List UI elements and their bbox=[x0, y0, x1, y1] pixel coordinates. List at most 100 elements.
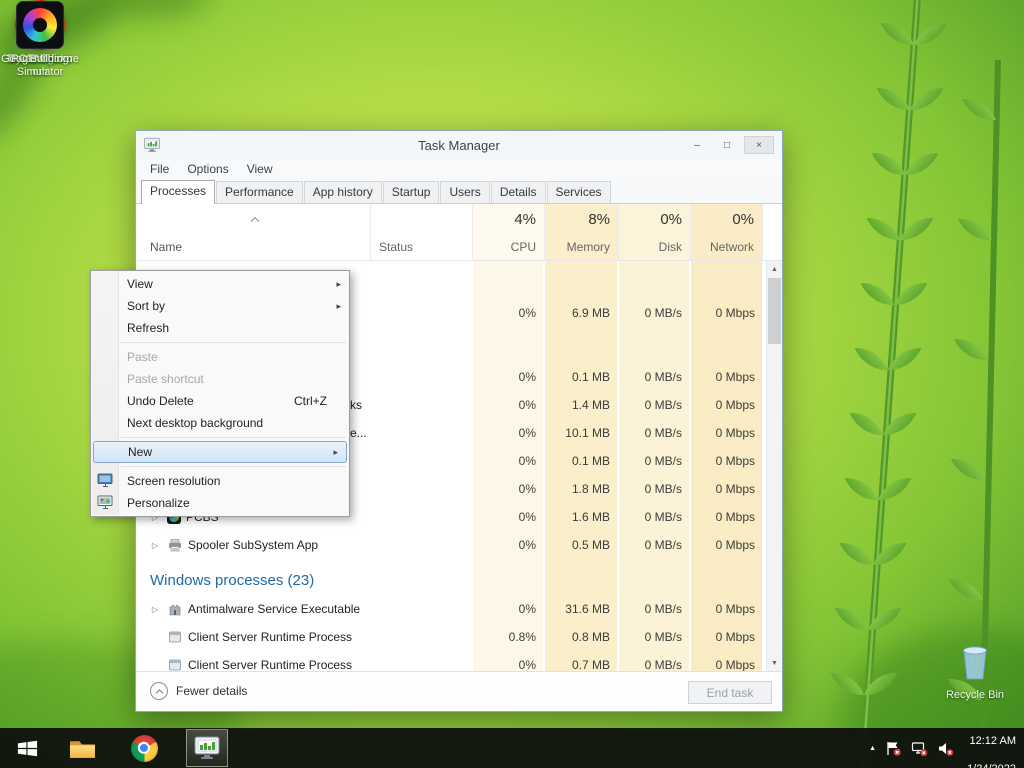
group-header-label: Windows processes (23) bbox=[150, 571, 315, 589]
memory-value: 0.1 MB bbox=[571, 370, 610, 384]
menu-item-view[interactable]: View ▸ bbox=[91, 273, 349, 295]
taskbar-clock[interactable]: 12:12 AM 1/24/2022 bbox=[967, 719, 1016, 768]
title-bar[interactable]: Task Manager – □ × bbox=[136, 131, 782, 159]
scrollbar-thumb[interactable] bbox=[768, 278, 781, 344]
column-header-network[interactable]: 0% Network bbox=[690, 204, 763, 260]
chrome-taskbar-button[interactable] bbox=[124, 728, 164, 768]
menu-item-refresh[interactable]: Refresh bbox=[91, 317, 349, 339]
disk-value: 0 MB/s bbox=[644, 602, 682, 616]
menu-separator bbox=[121, 466, 346, 467]
fewer-details-toggle[interactable]: Fewer details bbox=[150, 682, 247, 700]
column-header-name[interactable]: Name bbox=[140, 204, 370, 260]
cpu-value: 0% bbox=[518, 658, 536, 671]
memory-value: 0.5 MB bbox=[571, 538, 610, 552]
submenu-arrow-icon: ▸ bbox=[336, 278, 341, 289]
process-row-csrss[interactable]: Client Server Runtime Process 0.8% 0.8 M… bbox=[140, 623, 763, 651]
scroll-down-icon[interactable]: ▼ bbox=[767, 655, 782, 671]
menu-view[interactable]: View bbox=[238, 160, 282, 178]
tab-users[interactable]: Users bbox=[440, 181, 490, 203]
cpu-value: 0% bbox=[518, 602, 536, 616]
column-header-memory[interactable]: 8% Memory bbox=[544, 204, 618, 260]
task-manager-taskbar-button-active[interactable] bbox=[186, 729, 228, 767]
process-row-csrss[interactable]: Client Server Runtime Process 0% 0.7 MB … bbox=[140, 651, 763, 671]
desktop-icon-pc-building-simulator[interactable]: PC Building Simulator bbox=[0, 0, 80, 79]
desktop-icon-label: PC Building Simulator bbox=[11, 53, 69, 79]
menu-item-new[interactable]: New ▸ bbox=[93, 441, 347, 463]
process-name: Spooler SubSystem App bbox=[188, 538, 319, 552]
network-value: 0 Mbps bbox=[715, 538, 755, 552]
menu-item-next-desktop-background[interactable]: Next desktop background bbox=[91, 412, 349, 434]
menu-item-undo-delete[interactable]: Undo Delete Ctrl+Z bbox=[91, 390, 349, 412]
clock-date: 1/24/2022 bbox=[967, 763, 1016, 768]
process-row-spooler[interactable]: ▷ Spooler SubSystem App 0% 0.5 MB 0 MB/s … bbox=[140, 531, 763, 559]
recycle-bin-icon bbox=[950, 636, 1000, 686]
network-status-icon[interactable] bbox=[911, 740, 928, 757]
column-header-status[interactable]: Status bbox=[370, 204, 472, 260]
expand-arrow-icon[interactable]: ▷ bbox=[148, 605, 162, 614]
system-process-icon bbox=[167, 629, 183, 645]
minimize-button[interactable]: – bbox=[684, 136, 710, 154]
menu-bar: File Options View bbox=[136, 159, 782, 179]
tab-app-history[interactable]: App history bbox=[303, 181, 382, 203]
disk-value: 0 MB/s bbox=[644, 658, 682, 671]
cpu-value: 0% bbox=[518, 306, 536, 320]
maximize-button[interactable]: □ bbox=[714, 136, 740, 154]
memory-value: 6.9 MB bbox=[571, 306, 610, 320]
desktop-context-menu: View ▸ Sort by ▸ Refresh Paste Paste short… bbox=[90, 270, 350, 517]
disk-value: 0 MB/s bbox=[644, 370, 682, 384]
process-row-antimalware[interactable]: ▷ Antimalware Service Executable 0% 31.6 … bbox=[140, 595, 763, 623]
disk-value: 0 MB/s bbox=[644, 510, 682, 524]
close-button[interactable]: × bbox=[744, 136, 774, 154]
sort-ascending-icon bbox=[250, 209, 260, 227]
taskbar: ▲ 12:12 AM 1/24/2022 bbox=[0, 728, 1024, 768]
tab-performance[interactable]: Performance bbox=[216, 181, 303, 203]
column-headers: Name Status 4% CPU 8% Memory 0% Disk 0% … bbox=[136, 204, 782, 261]
cpu-value: 0% bbox=[518, 426, 536, 440]
process-group-header-windows[interactable]: Windows processes (23) bbox=[140, 565, 763, 595]
menu-options[interactable]: Options bbox=[178, 160, 237, 178]
scrollbar[interactable]: ▲ ▼ bbox=[766, 261, 782, 671]
desktop-icon-recycle-bin[interactable]: Recycle Bin bbox=[935, 636, 1015, 702]
tab-processes[interactable]: Processes bbox=[141, 180, 216, 204]
menu-file[interactable]: File bbox=[141, 160, 178, 178]
action-center-flag-icon[interactable] bbox=[885, 740, 902, 757]
end-task-button: End task bbox=[688, 681, 772, 704]
network-value: 0 Mbps bbox=[715, 370, 755, 384]
disk-value: 0 MB/s bbox=[644, 482, 682, 496]
disk-value: 0 MB/s bbox=[644, 454, 682, 468]
file-explorer-button[interactable] bbox=[62, 728, 102, 768]
expand-arrow-icon[interactable]: ▷ bbox=[148, 541, 162, 550]
menu-item-sort-by[interactable]: Sort by ▸ bbox=[91, 295, 349, 317]
scroll-up-icon[interactable]: ▲ bbox=[767, 261, 782, 277]
volume-muted-icon[interactable] bbox=[937, 740, 954, 757]
process-name: e... bbox=[350, 426, 367, 440]
folder-icon bbox=[69, 740, 95, 758]
memory-value: 10.1 MB bbox=[565, 426, 610, 440]
cpu-value: 0% bbox=[518, 538, 536, 552]
column-header-disk[interactable]: 0% Disk bbox=[618, 204, 690, 260]
menu-item-screen-resolution[interactable]: Screen resolution bbox=[91, 470, 349, 492]
memory-value: 0.8 MB bbox=[571, 630, 610, 644]
cpu-value: 0% bbox=[518, 398, 536, 412]
clock-time: 12:12 AM bbox=[969, 734, 1016, 747]
windows-logo-icon bbox=[17, 740, 37, 756]
menu-separator bbox=[121, 437, 346, 438]
tab-details[interactable]: Details bbox=[490, 181, 546, 203]
network-value: 0 Mbps bbox=[715, 630, 755, 644]
chrome-icon bbox=[130, 734, 158, 762]
tab-services[interactable]: Services bbox=[546, 181, 611, 203]
pc-building-simulator-icon bbox=[15, 0, 65, 50]
memory-value: 1.6 MB bbox=[571, 510, 610, 524]
printer-icon bbox=[167, 537, 183, 553]
cpu-value: 0% bbox=[518, 510, 536, 524]
memory-value: 1.4 MB bbox=[571, 398, 610, 412]
menu-item-personalize[interactable]: Personalize bbox=[91, 492, 349, 514]
cpu-value: 0% bbox=[518, 370, 536, 384]
submenu-arrow-icon: ▸ bbox=[336, 300, 341, 311]
column-header-cpu[interactable]: 4% CPU bbox=[472, 204, 544, 260]
tray-expand-icon[interactable]: ▲ bbox=[869, 745, 876, 752]
cpu-value: 0% bbox=[518, 454, 536, 468]
start-button[interactable] bbox=[0, 728, 54, 768]
tab-startup[interactable]: Startup bbox=[382, 181, 440, 203]
cpu-value: 0% bbox=[518, 482, 536, 496]
